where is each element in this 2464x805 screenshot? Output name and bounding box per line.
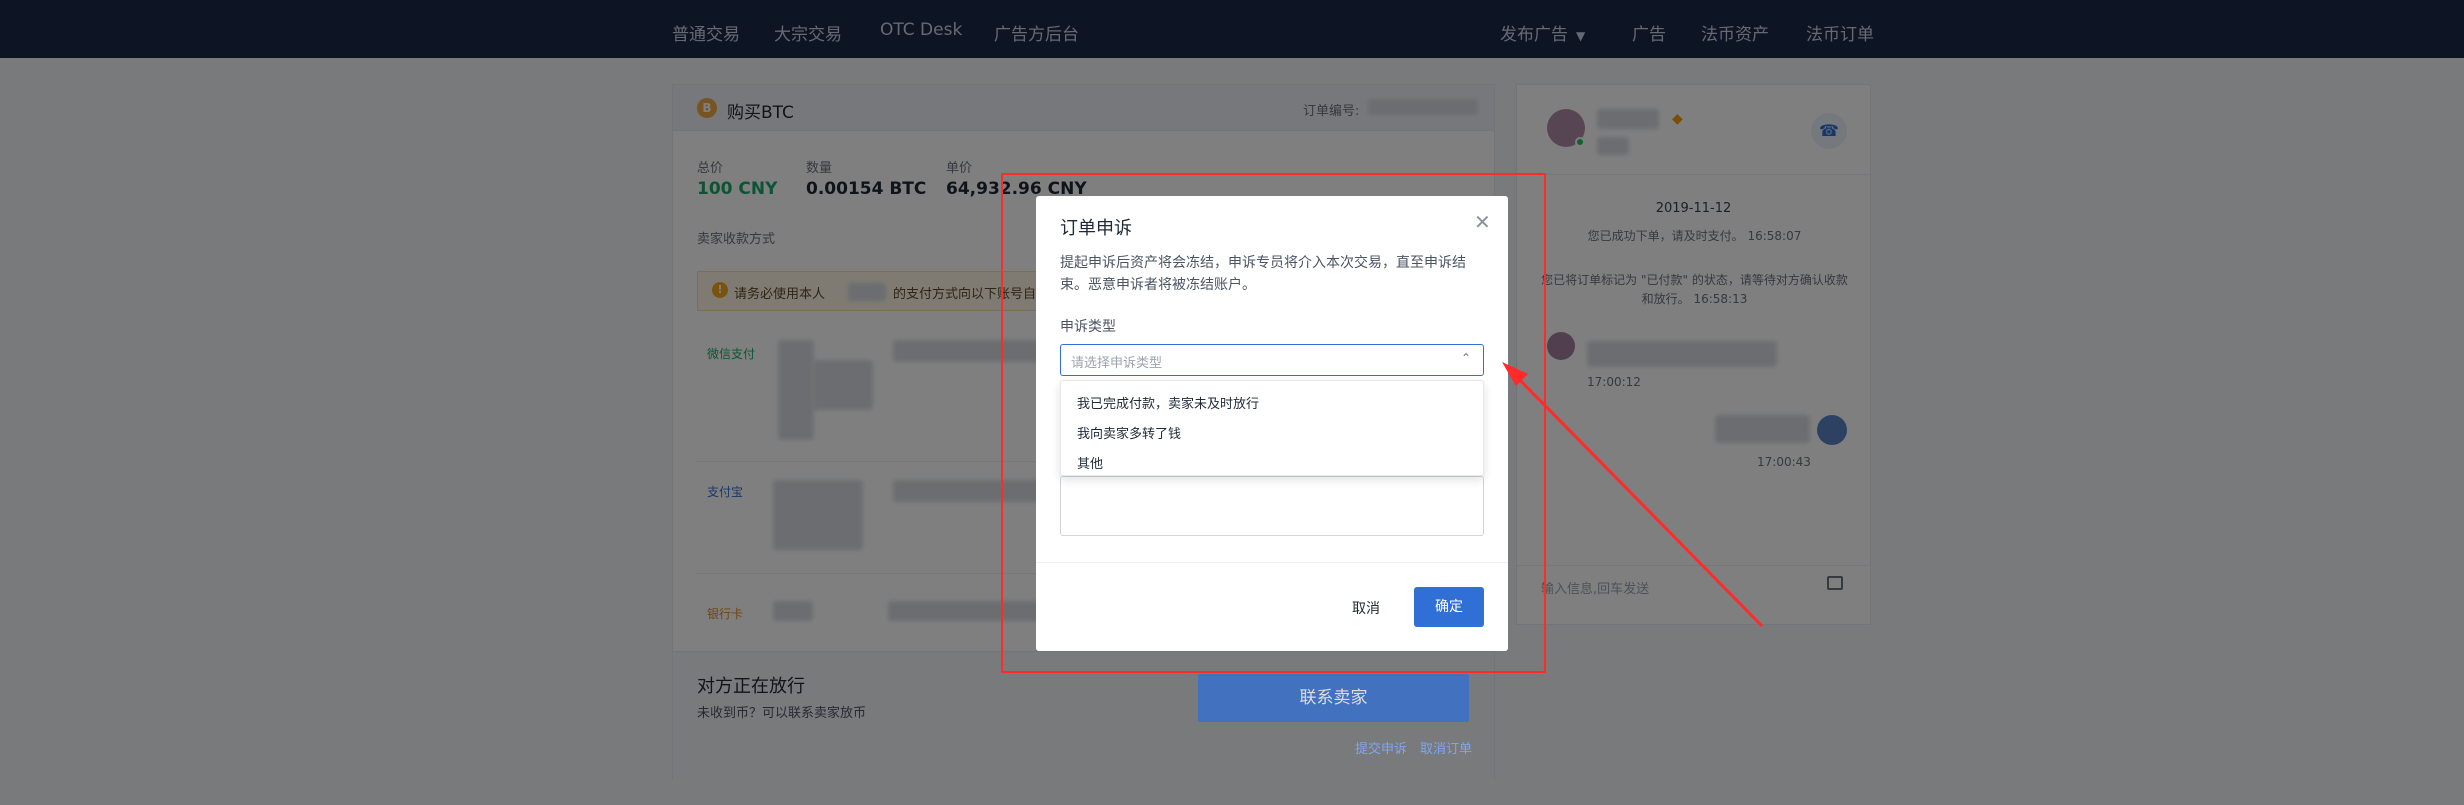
annotation-arrow-icon: [1502, 362, 1764, 628]
